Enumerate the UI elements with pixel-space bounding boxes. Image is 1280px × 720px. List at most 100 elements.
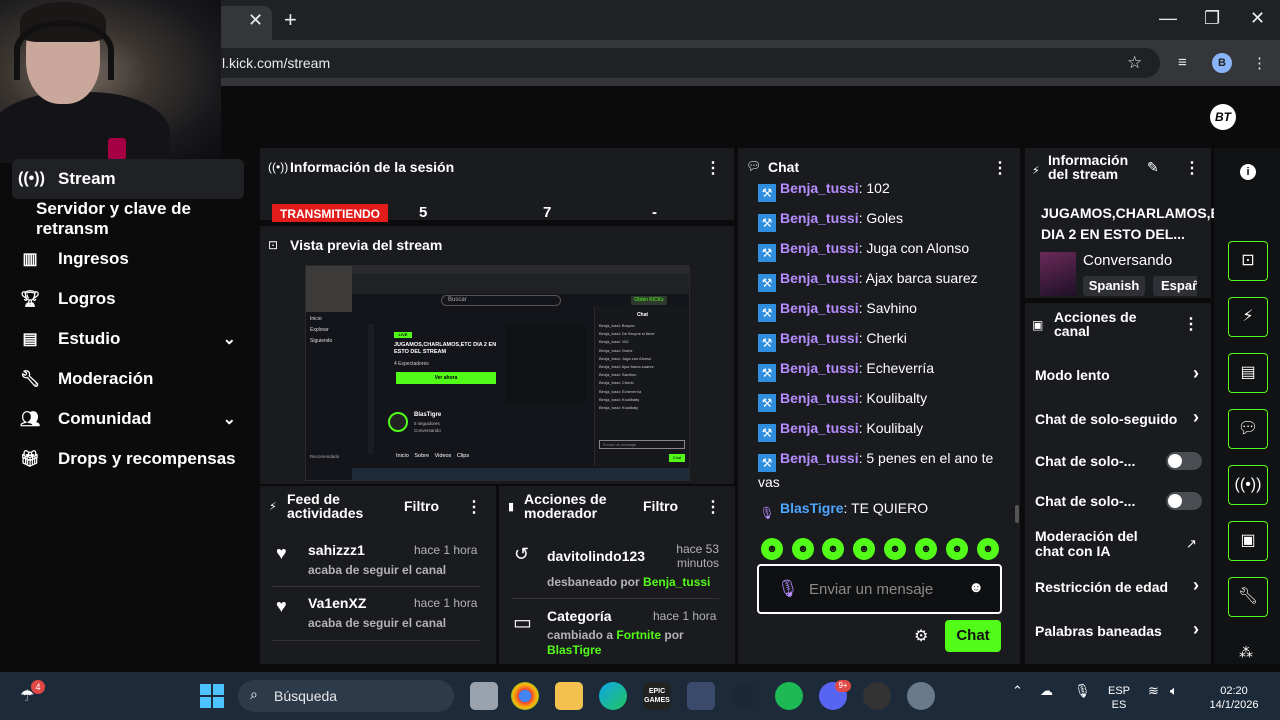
emote-icon[interactable]: ☻ — [761, 538, 783, 560]
close-tab-icon[interactable]: ✕ — [248, 10, 263, 31]
chat-menu-icon[interactable]: ⋮ — [992, 158, 1008, 178]
restore-icon[interactable]: ❐ — [1204, 8, 1220, 29]
rail-broadcast-button[interactable]: ((•)) — [1228, 465, 1268, 505]
wifi-icon[interactable]: ≋ — [1148, 684, 1159, 698]
bookmark-star-icon[interactable]: ☆ — [1127, 53, 1142, 73]
sidebar-item-server-key[interactable]: Servidor y clave de retransm — [12, 199, 260, 239]
edit-pencil-icon[interactable]: ✎ — [1147, 159, 1159, 176]
chrome-icon[interactable] — [511, 682, 539, 710]
mods-filter-button[interactable]: Filtro — [643, 498, 678, 514]
rail-chat-button[interactable]: 💬︎ — [1228, 409, 1268, 449]
sidebar-item-logros[interactable]: 🏆︎ Logros — [12, 279, 244, 319]
external-link-icon[interactable]: ↗ — [1186, 536, 1197, 552]
emote-only-toggle[interactable] — [1166, 492, 1202, 510]
windows-start-icon[interactable] — [200, 684, 224, 708]
chat-scrollbar[interactable] — [1015, 505, 1019, 523]
action-age-restriction[interactable]: Restricción de edad › — [1035, 575, 1205, 595]
stream-info-menu-icon[interactable]: ⋮ — [1184, 158, 1200, 178]
session-menu-icon[interactable]: ⋮ — [705, 158, 721, 178]
store-icon[interactable] — [687, 682, 715, 710]
chat-settings-gear-icon[interactable]: ⚙ — [914, 626, 928, 646]
profile-avatar[interactable]: B — [1212, 53, 1232, 73]
mod-time: hace 53 minutos — [676, 542, 719, 570]
spotify-icon[interactable] — [775, 682, 803, 710]
emote-icon[interactable]: ☻ — [977, 538, 999, 560]
steam-icon[interactable] — [731, 682, 759, 710]
chat-message: ⚒ Benja_tussi: Koulibaly — [758, 418, 1013, 442]
chat-message: ⚒ Benja_tussi: 102 — [758, 180, 1013, 202]
emote-icon[interactable]: ☻ — [946, 538, 968, 560]
minimize-icon[interactable]: — — [1159, 8, 1177, 29]
mods-menu-icon[interactable]: ⋮ — [705, 497, 721, 517]
clock[interactable]: 02:20 14/1/2026 — [1196, 684, 1272, 712]
sidebar-item-stream[interactable]: ((•)) Stream — [12, 159, 244, 199]
chat-message: ⚒ Benja_tussi: Koulibalty — [758, 388, 1013, 412]
action-followers-only[interactable]: Chat de solo-seguido › — [1035, 407, 1205, 427]
stream-preview-video[interactable]: Buscar Obtén KICKs Inicio Explorar Siguien… — [305, 265, 690, 481]
emoji-icon[interactable]: ☻ — [968, 579, 984, 596]
mod-by[interactable]: Benja_tussi — [643, 575, 710, 589]
chat-send-button[interactable]: Chat — [945, 620, 1001, 652]
emote-icon[interactable]: ☻ — [822, 538, 844, 560]
chevron-up-icon[interactable]: ⌃ — [1012, 684, 1023, 698]
chat-message-input[interactable]: 🎙︎ Enviar un mensaje ☻ — [757, 564, 1002, 614]
heart-icon: ♥ — [276, 543, 287, 563]
subs-only-toggle[interactable] — [1166, 452, 1202, 470]
tag-chip[interactable]: Españ — [1153, 276, 1197, 296]
obs-icon[interactable] — [863, 682, 891, 710]
rail-preview-button[interactable]: ⊡ — [1228, 241, 1268, 281]
studio-icon: ▤ — [22, 331, 38, 348]
emote-icon[interactable]: ☻ — [853, 538, 875, 560]
sidebar-item-label: Stream — [58, 169, 116, 188]
tag-chip[interactable]: Spanish — [1083, 276, 1145, 296]
feed-filter-button[interactable]: Filtro — [404, 498, 439, 514]
channel-avatar[interactable]: BT — [1210, 104, 1236, 130]
url-field[interactable]: l.kick.com/stream — [200, 48, 1160, 78]
apps-dots-icon[interactable]: ⁂ — [1239, 644, 1253, 661]
edge-icon[interactable] — [599, 682, 627, 710]
action-slow-mode[interactable]: Modo lento › — [1035, 363, 1205, 383]
new-tab-button[interactable]: + — [284, 7, 297, 33]
channel-actions-menu-icon[interactable]: ⋮ — [1183, 314, 1199, 334]
microphone-icon[interactable]: 🎙︎ — [1074, 684, 1091, 698]
epic-games-icon[interactable]: EPIC GAMES — [643, 682, 671, 710]
sidebar-item-drops[interactable]: 🎁︎ Drops y recompensas — [12, 439, 244, 479]
mod-target-name[interactable]: davitolindo123 — [547, 548, 645, 564]
info-icon[interactable]: i — [1240, 164, 1256, 180]
sidebar-item-ingresos[interactable]: ▥ Ingresos — [12, 239, 244, 279]
rail-moderation-button[interactable]: 🔧︎ — [1228, 577, 1268, 617]
browser-menu-icon[interactable]: ⋮ — [1252, 54, 1267, 72]
sidebar-item-comunidad[interactable]: 👥︎ Comunidad ⌄ — [12, 399, 244, 439]
stream-title-text: JUGAMOS,CHARLAMOS,ETC DIA 2 EN ESTO DEL.… — [1041, 205, 1239, 242]
taskbar-search[interactable]: Búsqueda ⌕ — [238, 680, 454, 712]
mic-badge-icon: 🎙︎ — [759, 506, 775, 520]
action-ai-moderation[interactable]: Moderación del chat con IA — [1035, 529, 1170, 559]
follower-name[interactable]: Va1enXZ — [308, 595, 366, 611]
category-name[interactable]: Conversando — [1083, 252, 1172, 269]
cloud-icon[interactable]: ☁ — [1040, 684, 1053, 698]
language-indicator[interactable]: ESP ES — [1104, 684, 1134, 712]
settings-gear-icon[interactable] — [907, 682, 935, 710]
task-view-icon[interactable] — [470, 682, 498, 710]
emote-icon[interactable]: ☻ — [884, 538, 906, 560]
rail-activity-button[interactable]: ⚡︎ — [1228, 297, 1268, 337]
gift-icon: 🎁︎ — [19, 451, 41, 468]
chat-message: ⚒ Benja_tussi: Cherki — [758, 328, 1013, 352]
sidebar-item-estudio[interactable]: ▤ Estudio ⌄ — [12, 319, 244, 359]
sidebar-item-moderacion[interactable]: 🔧︎ Moderación — [12, 359, 244, 399]
feed-menu-icon[interactable]: ⋮ — [466, 497, 482, 517]
chat-message: ⚒ Benja_tussi: Goles — [758, 208, 1013, 232]
emote-icon[interactable]: ☻ — [915, 538, 937, 560]
close-window-icon[interactable]: ✕ — [1250, 8, 1265, 29]
emote-icon[interactable]: ☻ — [792, 538, 814, 560]
feed-action: acaba de seguir el canal — [308, 563, 447, 577]
media-control-icon[interactable]: ≡ — [1178, 54, 1187, 71]
category-thumbnail[interactable] — [1040, 252, 1076, 296]
file-explorer-icon[interactable] — [555, 682, 583, 710]
volume-icon[interactable]: 🔈︎ — [1170, 684, 1178, 698]
sidebar-item-label: Ingresos — [58, 249, 129, 268]
rail-channel-actions-button[interactable]: ▣ — [1228, 521, 1268, 561]
rail-notes-button[interactable]: ▤ — [1228, 353, 1268, 393]
action-banned-words[interactable]: Palabras baneadas › — [1035, 619, 1205, 639]
follower-name[interactable]: sahizzz1 — [308, 542, 365, 558]
